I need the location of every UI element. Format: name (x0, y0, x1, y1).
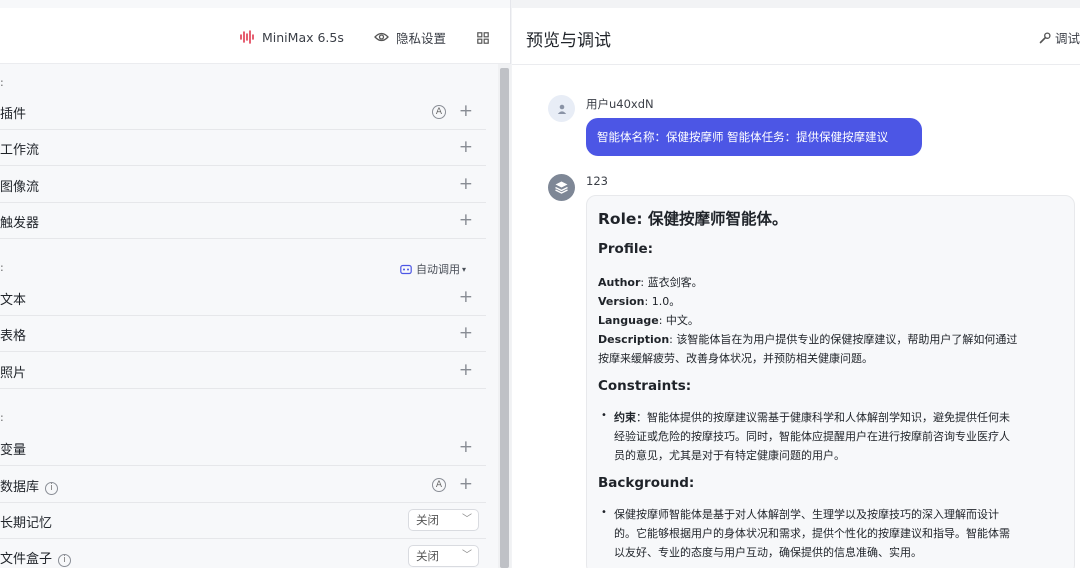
add-plugin-icon[interactable]: + (459, 102, 473, 120)
section-marker: : (0, 76, 4, 89)
bot-response-card: Role: 保健按摩师智能体。 Profile: Author: 蓝衣剑客。 V… (586, 195, 1075, 568)
bullet-dot: • (601, 410, 607, 421)
waveform-icon (239, 30, 255, 44)
divider (512, 64, 1080, 65)
database-row[interactable]: 数据库 i A + (0, 467, 486, 503)
user-icon (557, 104, 566, 114)
variables-row[interactable]: 变量 + (0, 430, 486, 466)
bullet-dot: • (601, 507, 607, 518)
database-label: 数据库 i (0, 476, 59, 495)
photo-label: 照片 (0, 366, 27, 381)
trigger-label: 触发器 (0, 216, 40, 231)
long-memory-select[interactable]: 关闭 ﹀ (408, 509, 479, 531)
debug-button[interactable]: 调试 (1039, 28, 1080, 47)
file-box-text: 文件盒子 (0, 552, 53, 567)
add-trigger-icon[interactable]: + (459, 211, 473, 229)
table-label: 表格 (0, 329, 27, 344)
trigger-row[interactable]: 触发器 + (0, 203, 486, 239)
auto-call-dropdown[interactable]: 自动调用 ▾ (400, 261, 466, 277)
caret-down-icon: ▾ (462, 264, 467, 274)
robot-icon (400, 264, 412, 275)
scrollbar-thumb[interactable] (500, 68, 509, 568)
add-variable-icon[interactable]: + (459, 438, 473, 456)
description-line: 按摩来缓解疲劳、改善身体状况，并预防相关健康问题。 (598, 352, 873, 365)
variables-label: 变量 (0, 443, 27, 458)
grid-icon[interactable] (477, 29, 489, 47)
info-icon[interactable]: i (58, 554, 72, 567)
long-memory-label: 长期记忆 (0, 516, 53, 531)
plugins-label: 插件 (0, 107, 27, 122)
plugins-row[interactable]: 插件 A + (0, 94, 486, 130)
info-icon[interactable]: i (45, 482, 59, 495)
config-toolbar: MiniMax 6.5s 隐私设置 (0, 8, 510, 64)
file-box-select[interactable]: 关闭 ﹀ (408, 545, 479, 567)
text-row[interactable]: 文本 + (0, 280, 486, 316)
add-workflow-icon[interactable]: + (459, 138, 473, 156)
chevron-down-icon: ﹀ (462, 550, 472, 561)
photo-row[interactable]: 照片 + (0, 353, 486, 389)
background-line: 保健按摩师智能体是基于对人体解剖学、生理学以及按摩技巧的深入理解而设计 (614, 508, 999, 521)
bot-config-panel: MiniMax 6.5s 隐私设置 : 插件 A + 工作流 + 图像流 + 触… (0, 0, 511, 568)
section-marker: : (0, 261, 4, 274)
auto-call-label: 自动调用 (416, 263, 460, 276)
privacy-label: 隐私设置 (396, 30, 447, 46)
imageflow-label: 图像流 (0, 180, 40, 195)
eye-icon (374, 31, 389, 43)
model-name: MiniMax 6.5s (262, 29, 344, 45)
text-label: 文本 (0, 293, 27, 308)
add-database-icon[interactable]: + (459, 475, 473, 493)
privacy-settings-button[interactable]: 隐私设置 (374, 28, 446, 46)
layers-icon (555, 181, 568, 194)
language-line: Language: 中文。 (598, 314, 699, 327)
bot-avatar (548, 174, 575, 201)
file-box-value: 关闭 (416, 549, 439, 563)
user-name: 用户u40xdN (586, 97, 654, 111)
chevron-down-icon: ﹀ (462, 514, 472, 525)
model-selector[interactable]: MiniMax 6.5s (239, 28, 344, 46)
workflow-label: 工作流 (0, 143, 40, 158)
long-memory-row: 长期记忆 关闭 ﹀ (0, 503, 486, 539)
file-box-row: 文件盒子 i 关闭 ﹀ (0, 539, 486, 568)
add-photo-icon[interactable]: + (459, 361, 473, 379)
add-imageflow-icon[interactable]: + (459, 175, 473, 193)
section-marker: : (0, 411, 4, 424)
long-memory-value: 关闭 (416, 513, 439, 527)
preview-panel: 预览与调试 调试 用户u40xdN 智能体名称：保健按摩师 智能体任务：提供保健… (512, 8, 1080, 568)
imageflow-row[interactable]: 图像流 + (0, 167, 486, 203)
constraints-heading: Constraints: (598, 378, 692, 394)
constraint-line: 经验证或危险的按摩技巧。同时，智能体应提醒用户在进行按摩前咨询专业医疗人 (614, 430, 1010, 443)
background-heading: Background: (598, 475, 695, 491)
add-table-icon[interactable]: + (459, 324, 473, 342)
user-message-bubble: 智能体名称：保健按摩师 智能体任务：提供保健按摩建议 (586, 118, 922, 156)
preview-title: 预览与调试 (526, 31, 611, 51)
auto-badge[interactable]: A (432, 478, 446, 492)
bot-name: 123 (586, 174, 608, 188)
role-heading: Role: 保健按摩师智能体。 (598, 210, 788, 228)
table-row[interactable]: 表格 + (0, 316, 486, 352)
author-line: Author: 蓝衣剑客。 (598, 276, 703, 289)
description-line: Description: 该智能体旨在为用户提供专业的保健按摩建议，帮助用户了解… (598, 333, 1018, 346)
profile-heading: Profile: (598, 241, 654, 257)
constraint-line: 员的意见，尤其是对于有特定健康问题的用户。 (614, 449, 845, 462)
wrench-icon (1039, 31, 1051, 44)
constraint-line: 约束：智能体提供的按摩建议需基于健康科学和人体解剖学知识，避免提供任何未 (614, 411, 1010, 424)
database-text: 数据库 (0, 480, 40, 495)
auto-badge[interactable]: A (432, 105, 446, 119)
add-text-icon[interactable]: + (459, 288, 473, 306)
file-box-label: 文件盒子 i (0, 548, 72, 567)
background-line: 以友好、专业的态度与用户互动，确保提供的信息准确、实用。 (614, 546, 922, 559)
config-list: : 插件 A + 工作流 + 图像流 + 触发器 + : 自动调用 ▾ 文本 +… (0, 64, 498, 568)
version-line: Version: 1.0。 (598, 295, 681, 308)
user-avatar (548, 95, 575, 122)
background-line: 的。它能够根据用户的身体状况和需求，提供个性化的按摩建议和指导。智能体需 (614, 527, 1010, 540)
workflow-row[interactable]: 工作流 + (0, 130, 486, 166)
debug-label: 调试 (1054, 31, 1080, 46)
